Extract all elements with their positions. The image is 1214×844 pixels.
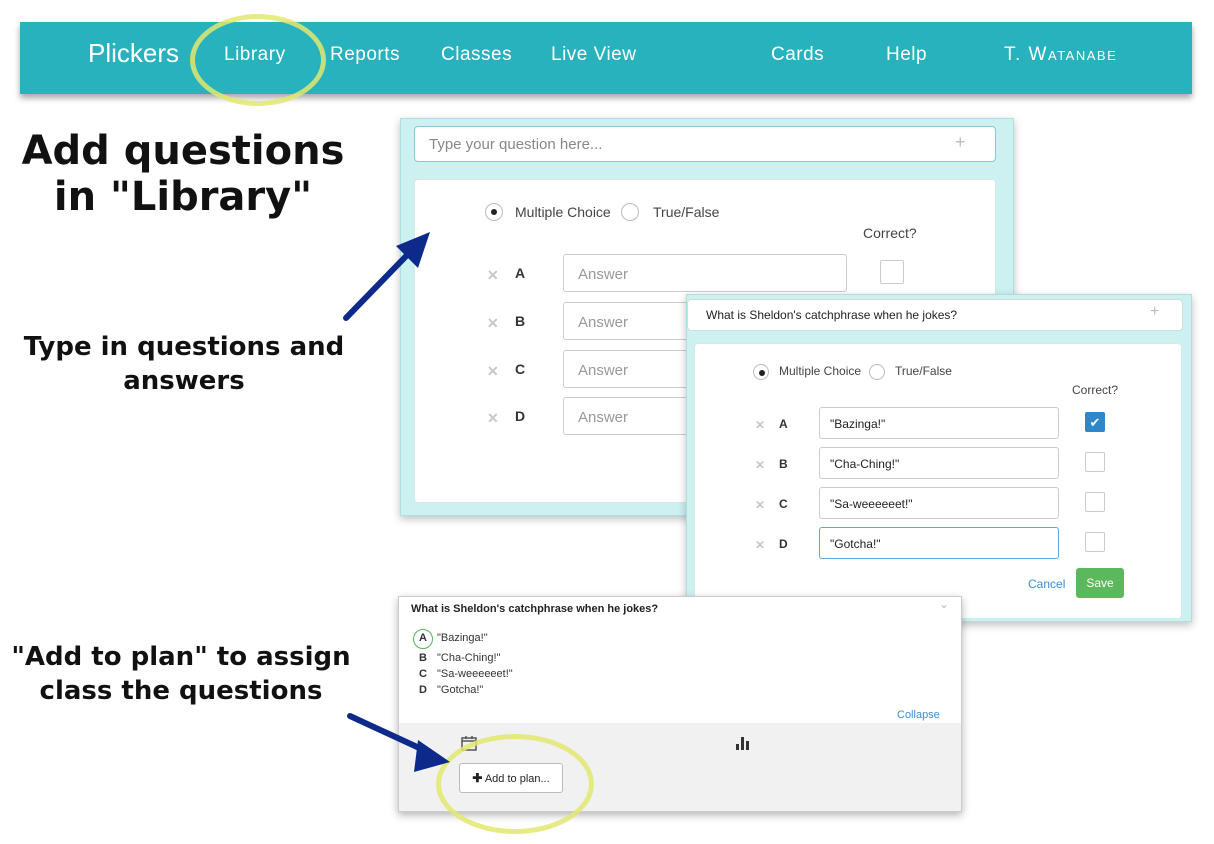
annotation-arrows <box>343 232 450 772</box>
arrow-icon <box>347 713 450 772</box>
arrow-icon <box>343 232 430 321</box>
